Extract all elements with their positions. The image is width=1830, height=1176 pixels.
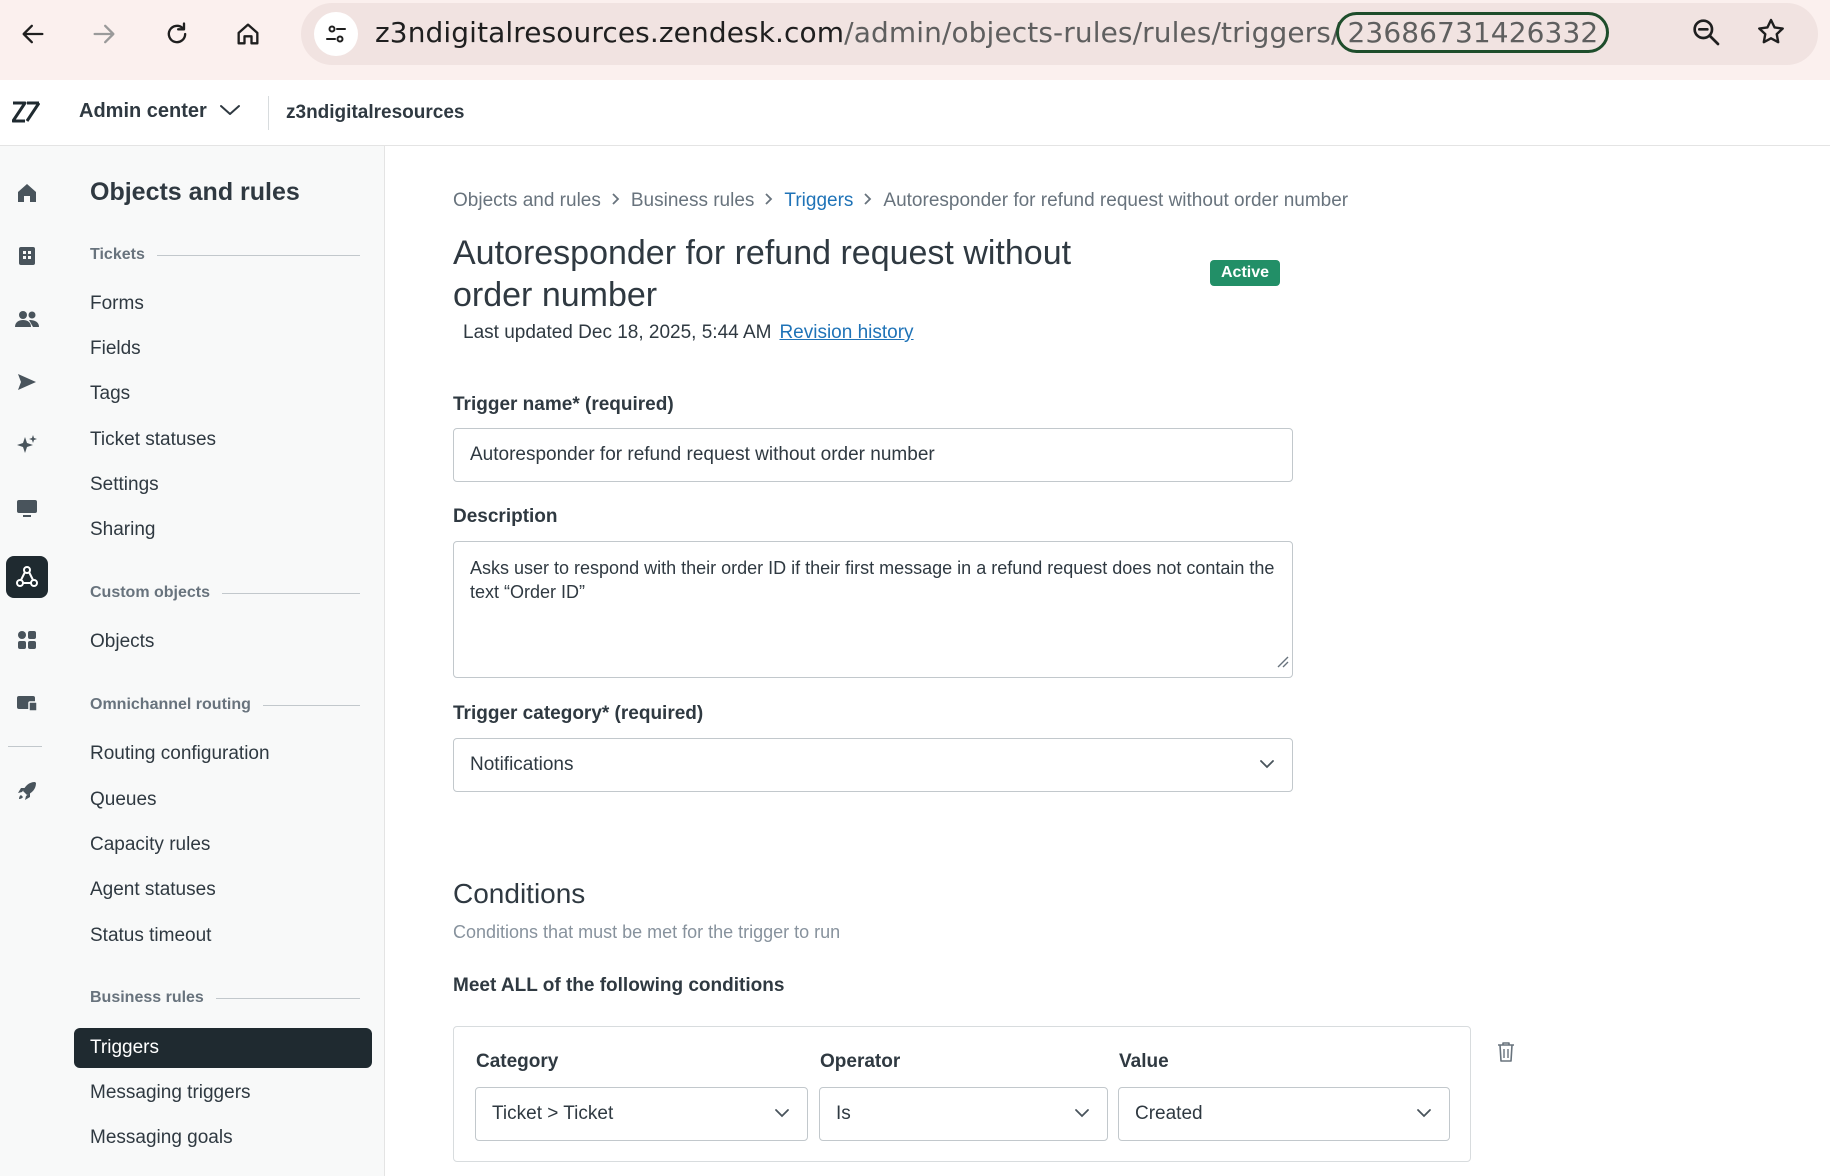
condition-operator-label: Operator [820,1051,901,1072]
page-title: Autoresponder for refund request without… [453,234,1072,314]
sidebar-item-ticket-statuses[interactable]: Ticket statuses [74,420,372,460]
description-label: Description [453,506,558,527]
trigger-name-input[interactable]: Autoresponder for refund request without… [453,428,1293,482]
sidebar-item-settings[interactable]: Settings [74,465,372,505]
revision-history-link[interactable]: Revision history [779,322,913,343]
product-switcher[interactable]: Admin center [79,100,241,123]
condition-value-select[interactable]: Created [1118,1087,1450,1141]
account-name: z3ndigitalresources [286,102,465,123]
rail-divider [8,746,42,747]
sidebar-item-status-timeout[interactable]: Status timeout [74,916,372,956]
sidebar-section-tickets: Tickets [90,246,360,264]
people-icon[interactable] [6,298,48,340]
zendesk-logo-icon[interactable] [11,100,41,129]
condition-category-label: Category [476,1051,559,1072]
sidebar-item-sharing[interactable]: Sharing [74,510,372,550]
product-name: Admin center [79,100,207,122]
home-icon[interactable] [228,14,268,54]
conditions-subtitle: Conditions that must be met for the trig… [453,922,841,942]
condition-value-label: Value [1119,1051,1169,1072]
conditions-title: Conditions [453,878,586,909]
reload-icon[interactable] [157,14,197,54]
chevron-right-icon [863,190,873,212]
description-value: Asks user to respond with their order ID… [470,558,1275,602]
delete-condition-trash-icon[interactable] [1495,1040,1517,1069]
main-content: Objects and rules Business rules Trigger… [384,146,1830,1176]
sidebar-item-messaging-triggers[interactable]: Messaging triggers [74,1073,372,1113]
header-divider [268,96,269,130]
last-updated-text: Last updated Dec 18, 2025, 5:44 AM [463,322,772,343]
breadcrumb-current: Autoresponder for refund request without… [883,190,1349,211]
breadcrumb-triggers[interactable]: Triggers [784,190,853,212]
description-textarea[interactable]: Asks user to respond with their order ID… [453,541,1293,678]
chevron-down-icon [773,1103,791,1125]
objects-rules-icon[interactable] [6,556,48,598]
breadcrumb: Objects and rules Business rules Trigger… [453,190,1348,212]
sidebar-section-business-rules: Business rules [90,989,360,1007]
sidebar-item-fields[interactable]: Fields [74,329,372,369]
sidebar-item-objects[interactable]: Objects [74,622,372,662]
trigger-category-select[interactable]: Notifications [453,738,1293,792]
ai-sparkle-icon[interactable] [6,424,48,466]
workspaces-monitor-icon[interactable] [6,487,48,529]
url-id: 23686731426332 [1336,12,1610,53]
sidebar-item-agent-statuses[interactable]: Agent statuses [74,870,372,910]
status-badge: Active [1210,260,1281,286]
sidebar: Objects and rules Tickets Forms Fields T… [52,146,384,1176]
home-rail-icon[interactable] [6,172,48,214]
sidebar-item-forms[interactable]: Forms [74,284,372,324]
condition-category-select[interactable]: Ticket > Ticket [475,1087,808,1141]
trigger-name-label: Trigger name* (required) [453,394,674,415]
sidebar-item-routing-configuration[interactable]: Routing configuration [74,734,372,774]
sidebar-item-queues[interactable]: Queues [74,780,372,820]
rocket-icon[interactable] [6,770,48,812]
sidebar-item-tags[interactable]: Tags [74,374,372,414]
last-updated-row: Last updated Dec 18, 2025, 5:44 AM Revisi… [463,322,914,344]
breadcrumb-business-rules[interactable]: Business rules [631,190,755,212]
chevron-down-icon [1258,754,1276,776]
address-bar[interactable]: z3ndigitalresources.zendesk.com/admin/ob… [301,3,1818,65]
url-path: /admin/objects-rules/rules/triggers/ [844,16,1341,49]
sidebar-item-messaging-goals[interactable]: Messaging goals [74,1118,372,1158]
account-building-icon[interactable] [6,235,48,277]
condition-value-value: Created [1135,1103,1203,1124]
back-icon[interactable] [13,14,53,54]
condition-operator-select[interactable]: Is [819,1087,1108,1141]
sidebar-title: Objects and rules [90,178,300,206]
bookmark-star-icon[interactable] [1755,16,1787,53]
chevron-down-icon [219,100,241,123]
apps-grid-icon[interactable] [6,619,48,661]
sidebar-section-label: Custom objects [90,584,211,601]
browser-toolbar: z3ndigitalresources.zendesk.com/admin/ob… [0,0,1830,80]
admin-header: Admin center z3ndigitalresources [0,80,1830,146]
forward-icon[interactable] [84,14,124,54]
url-text[interactable]: z3ndigitalresources.zendesk.com/admin/ob… [375,12,1610,53]
trigger-category-label: Trigger category* (required) [453,703,704,724]
condition-category-value: Ticket > Ticket [492,1103,614,1124]
trigger-category-value: Notifications [470,754,574,775]
apps-integrations-icon[interactable] [6,682,48,724]
site-settings-icon[interactable] [314,12,358,56]
resize-handle-icon[interactable] [1275,650,1289,674]
sidebar-section-label: Business rules [90,989,204,1006]
chevron-down-icon [1415,1103,1433,1125]
sidebar-item-triggers[interactable]: Triggers [74,1028,372,1068]
icon-rail [0,146,52,1176]
condition-operator-value: Is [836,1103,851,1124]
chevron-right-icon [764,190,774,212]
chevron-right-icon [611,190,621,212]
zoom-icon[interactable] [1690,16,1722,53]
sidebar-section-label: Omnichannel routing [90,696,251,713]
sidebar-section-omnichannel: Omnichannel routing [90,696,360,714]
sidebar-section-custom-objects: Custom objects [90,584,360,602]
channels-send-icon[interactable] [6,361,48,403]
condition-row: Category Operator Value Ticket > Ticket … [453,1026,1471,1162]
trigger-name-value: Autoresponder for refund request without… [470,444,935,465]
chevron-down-icon [1073,1103,1091,1125]
breadcrumb-objects-and-rules[interactable]: Objects and rules [453,190,601,212]
conditions-meet-all: Meet ALL of the following conditions [453,975,785,996]
sidebar-section-label: Tickets [90,246,145,263]
sidebar-item-capacity-rules[interactable]: Capacity rules [74,825,372,865]
url-host: z3ndigitalresources.zendesk.com [375,16,845,49]
